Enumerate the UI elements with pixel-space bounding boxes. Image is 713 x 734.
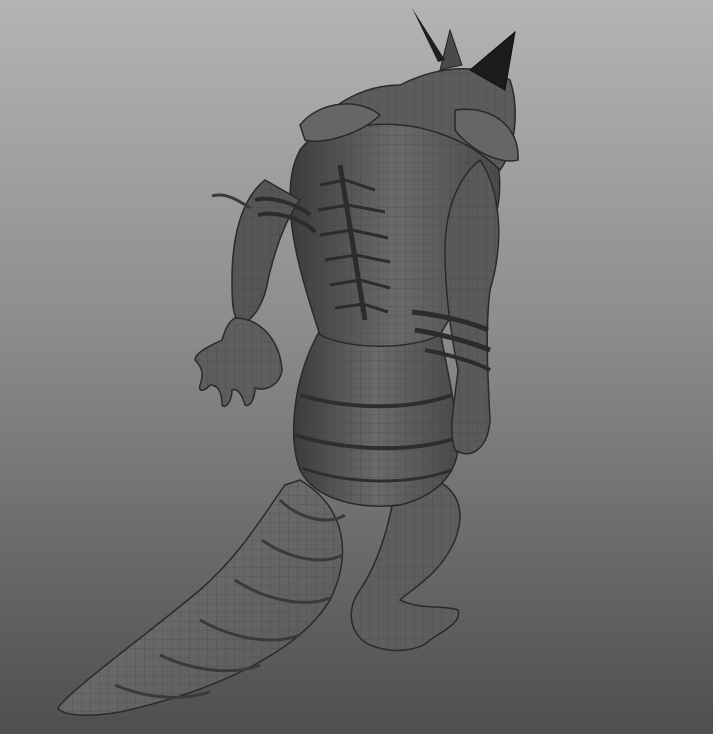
model-render: [57, 8, 519, 716]
3d-viewport[interactable]: [0, 0, 713, 734]
tail[interactable]: [57, 479, 346, 716]
hip-armor[interactable]: [292, 328, 459, 507]
